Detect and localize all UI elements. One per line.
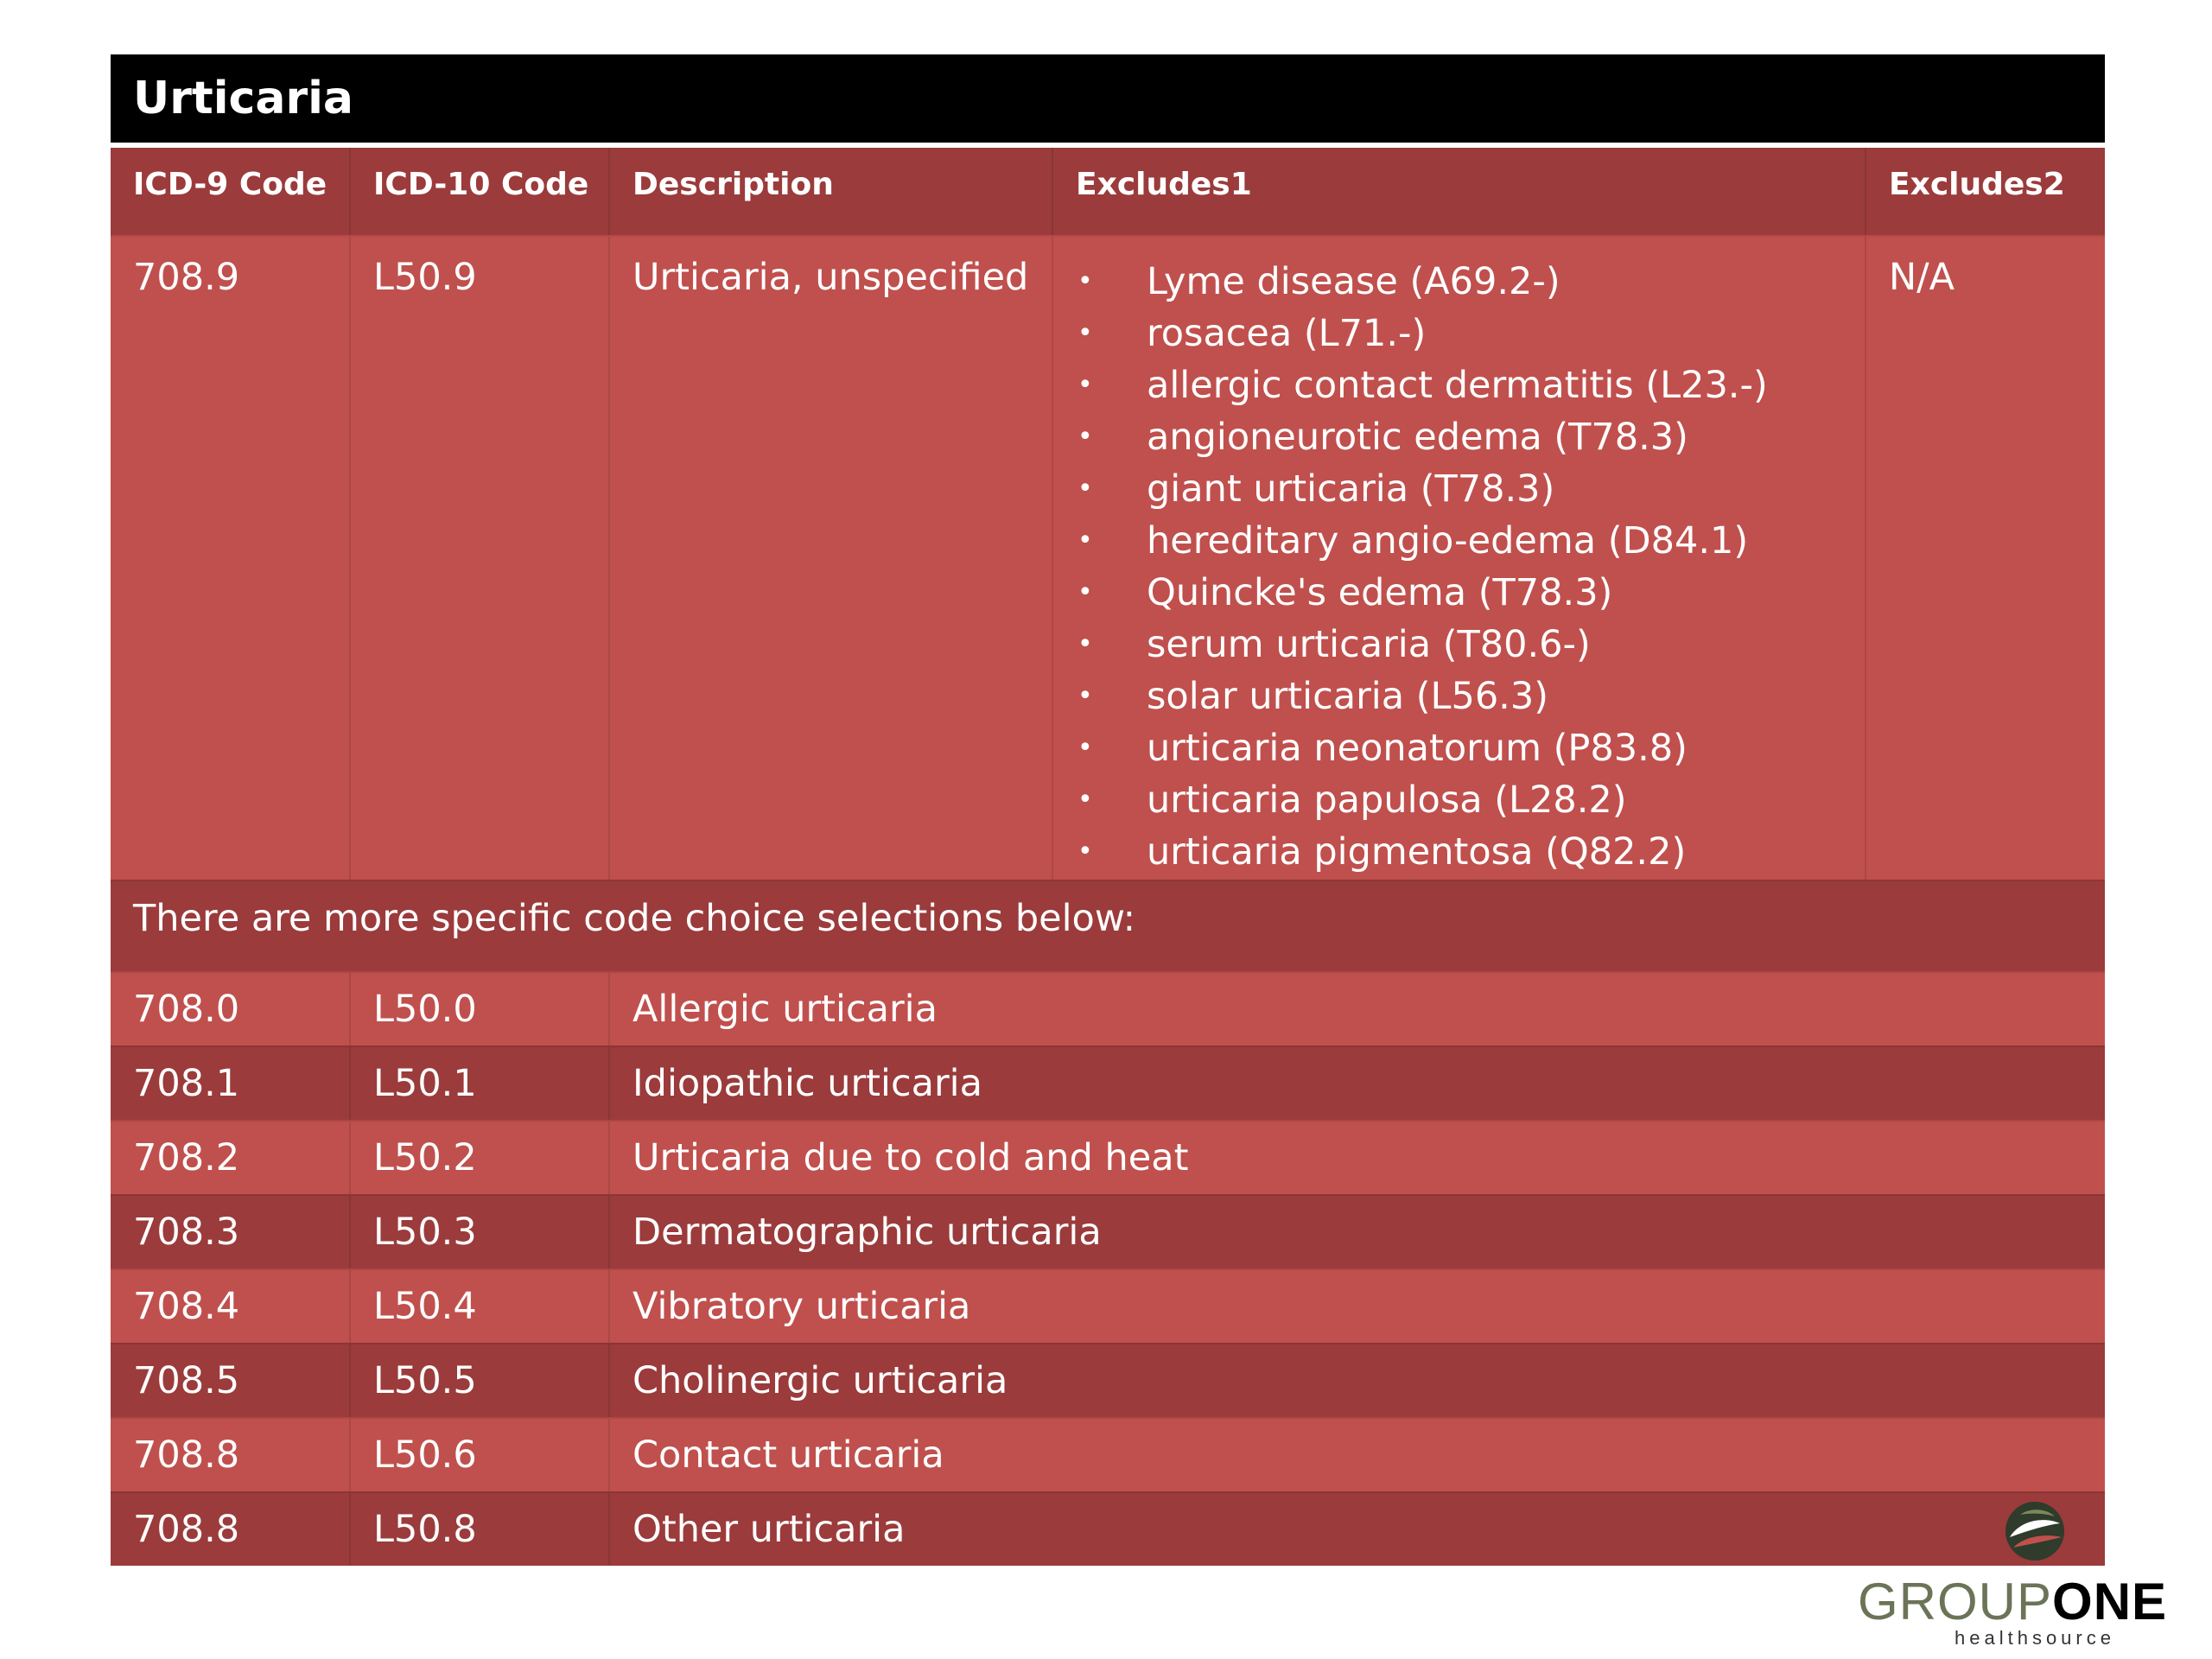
- column-header-icd9: ICD-9 Code: [111, 148, 351, 235]
- code-icd9-cell: 708.2: [111, 1122, 351, 1194]
- code-icd9-cell: 708.4: [111, 1270, 351, 1343]
- bullet-icon: •: [1077, 370, 1093, 400]
- excludes1-item: • serum urticaria (T80.6-): [1076, 619, 1865, 671]
- excludes1-item-text: Quincke's edema (T78.3): [1147, 571, 1613, 614]
- code-icd9-cell: 708.0: [111, 973, 351, 1046]
- excludes1-item: • rosacea (L71.-): [1076, 308, 1865, 359]
- specific-codes-list: 708.0 L50.0 Allergic urticaria 708.1 L50.1 Id…: [111, 971, 2105, 1566]
- code-description-cell: Cholinergic urticaria: [632, 1359, 1008, 1402]
- code-icd10-cell: L50.2: [351, 1122, 610, 1194]
- table-row: 708.8 L50.6 Contact urticaria: [111, 1417, 2105, 1491]
- logo-text-one: ONE: [2052, 1573, 2168, 1630]
- logo-wordmark: GROUPONE: [1858, 1572, 2167, 1631]
- main-description-cell: Urticaria, unspecified: [610, 237, 1053, 880]
- code-icd10-cell: L50.3: [351, 1196, 610, 1268]
- main-icd9-cell: 708.9: [111, 237, 351, 880]
- excludes1-item-text: angioneurotic edema (T78.3): [1147, 416, 1688, 459]
- table-row: 708.4 L50.4 Vibratory urticaria: [111, 1268, 2105, 1343]
- excludes1-item-text: urticaria papulosa (L28.2): [1147, 779, 1627, 822]
- excludes1-item-text: hereditary angio-edema (D84.1): [1147, 519, 1749, 563]
- excludes1-list: • Lyme disease (A69.2-) • rosacea (L71.-) • a…: [1076, 256, 1865, 878]
- excludes1-item: • Quincke's edema (T78.3): [1076, 567, 1865, 619]
- logo-sphere-icon: [2005, 1502, 2064, 1560]
- bullet-icon: •: [1077, 629, 1093, 659]
- excludes1-item-text: urticaria neonatorum (P83.8): [1147, 727, 1688, 770]
- excludes1-item-text: urticaria pigmentosa (Q82.2): [1147, 830, 1687, 874]
- bullet-icon: •: [1077, 422, 1093, 452]
- bullet-icon: •: [1077, 733, 1093, 763]
- header-row: ICD-9 Code ICD-10 Code Description Exclu…: [111, 148, 2105, 235]
- code-icd10-cell: L50.1: [351, 1047, 610, 1120]
- code-icd9-cell: 708.3: [111, 1196, 351, 1268]
- excludes1-item: • allergic contact dermatitis (L23.-): [1076, 359, 1865, 411]
- column-header-excludes2: Excludes2: [1889, 167, 2065, 202]
- excludes1-item-text: solar urticaria (L56.3): [1147, 675, 1548, 718]
- bullet-icon: •: [1077, 836, 1093, 867]
- code-description-cell: Idiopathic urticaria: [632, 1062, 982, 1105]
- excludes1-item-text: Lyme disease (A69.2-): [1147, 260, 1560, 303]
- excludes1-item: • hereditary angio-edema (D84.1): [1076, 515, 1865, 567]
- bullet-icon: •: [1077, 785, 1093, 815]
- table-title: Urticaria: [111, 54, 2105, 143]
- urticaria-code-table: Urticaria ICD-9 Code ICD-10 Code Descrip…: [111, 54, 2105, 1566]
- logo-subtext: healthsource: [1955, 1627, 2115, 1649]
- code-description-cell: Allergic urticaria: [632, 988, 938, 1031]
- table-row: 708.0 L50.0 Allergic urticaria: [111, 971, 2105, 1046]
- column-header-icd10: ICD-10 Code: [351, 148, 610, 235]
- main-icd10-cell: L50.9: [351, 237, 610, 880]
- bullet-icon: •: [1077, 681, 1093, 711]
- column-header-description: Description: [610, 148, 1053, 235]
- code-description-cell: Urticaria due to cold and heat: [632, 1136, 1189, 1179]
- code-icd10-cell: L50.4: [351, 1270, 610, 1343]
- excludes1-item: • Lyme disease (A69.2-): [1076, 256, 1865, 308]
- code-icd9-cell: 708.8: [111, 1493, 351, 1566]
- code-icd10-cell: L50.0: [351, 973, 610, 1046]
- code-description-cell: Vibratory urticaria: [632, 1285, 971, 1328]
- code-icd9-cell: 708.8: [111, 1419, 351, 1491]
- excludes1-item: • solar urticaria (L56.3): [1076, 671, 1865, 722]
- groupone-logo: GROUPONE healthsource: [1858, 1499, 2203, 1649]
- table-row: 708.8 L50.8 Other urticaria: [111, 1491, 2105, 1566]
- table-row: 708.1 L50.1 Idiopathic urticaria: [111, 1046, 2105, 1120]
- bullet-icon: •: [1077, 318, 1093, 348]
- excludes1-item-text: allergic contact dermatitis (L23.-): [1147, 364, 1768, 407]
- bullet-icon: •: [1077, 474, 1093, 504]
- code-description-cell: Contact urticaria: [632, 1433, 944, 1477]
- bullet-icon: •: [1077, 577, 1093, 607]
- main-entry-row: 708.9 L50.9 Urticaria, unspecified • Lyme…: [111, 235, 2105, 880]
- code-icd10-cell: L50.5: [351, 1344, 610, 1417]
- excludes2-cell: N/A: [1889, 256, 1955, 299]
- column-header-excludes1: Excludes1: [1053, 148, 1866, 235]
- excludes1-item: • giant urticaria (T78.3): [1076, 463, 1865, 515]
- bullet-icon: •: [1077, 266, 1093, 296]
- excludes1-item-text: giant urticaria (T78.3): [1147, 467, 1555, 511]
- bullet-icon: •: [1077, 525, 1093, 556]
- code-icd10-cell: L50.8: [351, 1493, 610, 1566]
- code-description-cell: Dermatographic urticaria: [632, 1211, 1102, 1254]
- excludes1-cell: • Lyme disease (A69.2-) • rosacea (L71.-) • a…: [1053, 237, 1866, 880]
- more-codes-note: There are more specific code choice sele…: [111, 880, 2105, 971]
- table-row: 708.3 L50.3 Dermatographic urticaria: [111, 1194, 2105, 1268]
- logo-text-group: GROUP: [1858, 1573, 2053, 1630]
- table-row: 708.2 L50.2 Urticaria due to cold and heat: [111, 1120, 2105, 1194]
- excludes1-item: • urticaria neonatorum (P83.8): [1076, 722, 1865, 774]
- excludes1-item-text: serum urticaria (T80.6-): [1147, 623, 1591, 666]
- excludes1-item: • angioneurotic edema (T78.3): [1076, 411, 1865, 463]
- excludes1-item: • urticaria papulosa (L28.2): [1076, 774, 1865, 826]
- table-row: 708.5 L50.5 Cholinergic urticaria: [111, 1343, 2105, 1417]
- excludes1-item: • urticaria pigmentosa (Q82.2): [1076, 826, 1865, 878]
- code-icd10-cell: L50.6: [351, 1419, 610, 1491]
- code-icd9-cell: 708.1: [111, 1047, 351, 1120]
- code-icd9-cell: 708.5: [111, 1344, 351, 1417]
- excludes1-item-text: rosacea (L71.-): [1147, 312, 1427, 355]
